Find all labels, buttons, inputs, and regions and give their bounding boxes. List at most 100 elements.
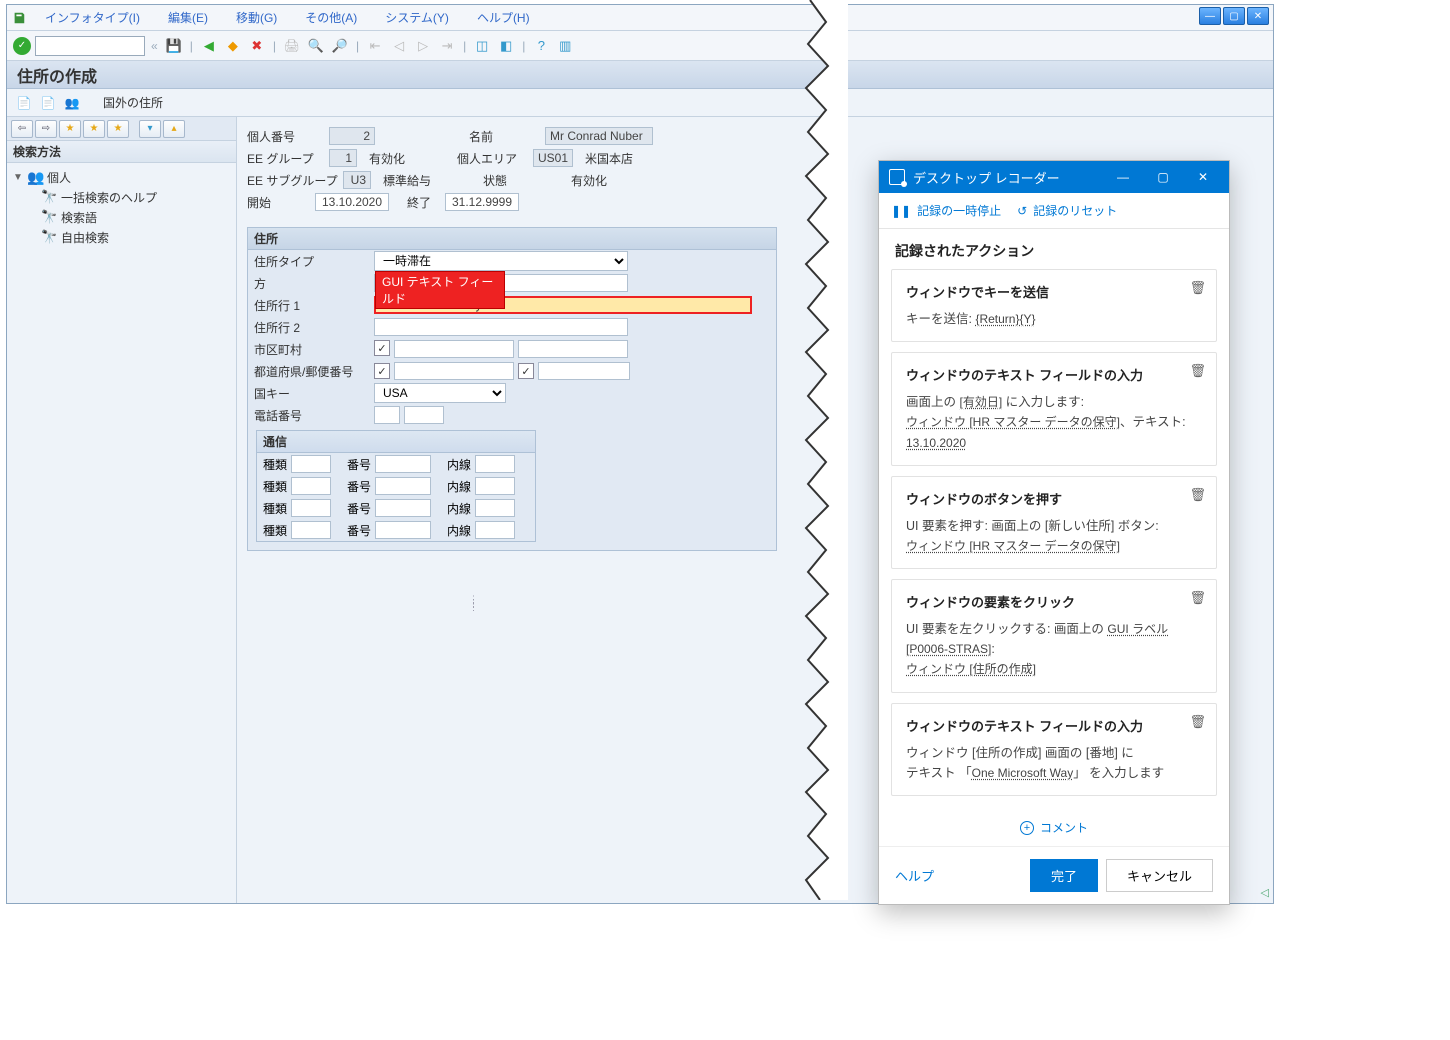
recorder-maximize-button[interactable]: ▢ (1147, 161, 1179, 193)
personnel-no-field[interactable]: 2 (329, 127, 375, 145)
action-card[interactable]: 🗑ウィンドウのテキスト フィールドの入力ウィンドウ [住所の作成] 画面の [番… (891, 703, 1217, 796)
comm-row: 種類番号内線 (257, 475, 535, 497)
comm-ext-input[interactable] (475, 477, 515, 495)
help-link[interactable]: ヘルプ (895, 866, 934, 885)
ee-group-field[interactable]: 1 (329, 149, 357, 167)
comm-number-input[interactable] (375, 455, 431, 473)
action-card[interactable]: 🗑ウィンドウの要素をクリックUI 要素を左クリックする: 画面上の GUI ラベ… (891, 579, 1217, 693)
zip-check-icon[interactable]: ✓ (518, 363, 534, 379)
recorder-close-button[interactable]: ✕ (1187, 161, 1219, 193)
zip-input[interactable] (538, 362, 630, 380)
save-icon[interactable]: 💾 (164, 36, 184, 56)
next-page-icon[interactable]: ▷ (413, 36, 433, 56)
comm-panel: 通信 種類番号内線種類番号内線種類番号内線種類番号内線 (256, 430, 536, 542)
line2-input[interactable] (374, 318, 628, 336)
delete-action-icon[interactable]: 🗑 (1189, 280, 1206, 296)
done-button[interactable]: 完了 (1030, 859, 1098, 892)
fav3-icon[interactable]: ★ (107, 120, 129, 138)
nav-back-icon[interactable]: ⇦ (11, 120, 33, 138)
nav-fwd-icon[interactable]: ⇨ (35, 120, 57, 138)
state-input[interactable] (394, 362, 514, 380)
comm-type-input[interactable] (291, 455, 331, 473)
city-input2[interactable] (518, 340, 628, 358)
address-type-select[interactable]: 一時滞在 (374, 251, 628, 271)
tree-item-free[interactable]: 🔭 自由検索 (13, 227, 230, 247)
comm-type-input[interactable] (291, 521, 331, 539)
menu-system[interactable]: システム(Y) (371, 9, 463, 26)
pause-recording-button[interactable]: ❚❚ 記録の一時停止 (891, 202, 1001, 219)
personnel-area-field[interactable]: US01 (533, 149, 573, 167)
delete-action-icon[interactable]: 🗑 (1189, 363, 1206, 379)
phone-code-input[interactable] (374, 406, 400, 424)
end-date-field[interactable]: 31.12.9999 (445, 193, 519, 211)
action-card[interactable]: 🗑ウィンドウのテキスト フィールドの入力画面上の [有効日] に入力します:ウィ… (891, 352, 1217, 466)
close-button[interactable]: ✕ (1247, 7, 1269, 25)
comm-number-input[interactable] (375, 521, 431, 539)
menu-edit[interactable]: 編集(E) (154, 9, 222, 26)
delete-action-icon[interactable]: 🗑 (1189, 590, 1206, 606)
maximize-button[interactable]: ▢ (1223, 7, 1245, 25)
exit-icon[interactable]: ◆ (223, 36, 243, 56)
city-check-icon[interactable]: ✓ (374, 340, 390, 356)
splitter-handle[interactable]: ⋮⋮⋮ (469, 597, 475, 629)
end-label: 終了 (407, 194, 441, 211)
comm-number-input[interactable] (375, 477, 431, 495)
ee-subgroup-field[interactable]: U3 (343, 171, 371, 189)
back-icon[interactable]: ◀ (199, 36, 219, 56)
people-icon[interactable]: 👥 (63, 94, 81, 112)
menu-goto[interactable]: 移動(G) (222, 9, 291, 26)
tree-root-person[interactable]: ▼ 👥 個人 (13, 167, 230, 187)
cancel-button[interactable]: キャンセル (1106, 859, 1213, 892)
menubar: インフォタイプ(I) 編集(E) 移動(G) その他(A) システム(Y) ヘル… (7, 5, 1273, 31)
comm-ext-input[interactable] (475, 499, 515, 517)
session-icon[interactable] (7, 11, 31, 25)
print-icon[interactable]: 🖨 (282, 36, 302, 56)
delete-action-icon[interactable]: 🗑 (1189, 487, 1206, 503)
menu-help[interactable]: ヘルプ(H) (463, 9, 544, 26)
command-field[interactable] (35, 36, 145, 56)
comm-type-input[interactable] (291, 477, 331, 495)
city-input[interactable] (394, 340, 514, 358)
shortcut-icon[interactable]: ◧ (496, 36, 516, 56)
reset-recording-button[interactable]: ↺ 記録のリセット (1017, 202, 1117, 219)
find-icon[interactable]: 🔍 (306, 36, 326, 56)
action-card[interactable]: 🗑ウィンドウのボタンを押すUI 要素を押す: 画面上の [新しい住所] ボタン:… (891, 476, 1217, 569)
menu-infotype[interactable]: インフォタイプ(I) (31, 9, 154, 26)
delete-action-icon[interactable]: 🗑 (1189, 714, 1206, 730)
country-select[interactable]: USA (374, 383, 506, 403)
add-comment-button[interactable]: + コメント (879, 809, 1229, 846)
fav-icon[interactable]: ★ (59, 120, 81, 138)
comm-ext-input[interactable] (475, 455, 515, 473)
doc1-icon[interactable]: 📄 (15, 94, 33, 112)
comm-ext-input[interactable] (475, 521, 515, 539)
start-date-field[interactable]: 13.10.2020 (315, 193, 389, 211)
expand-icon[interactable]: ▾ (139, 120, 161, 138)
recorder-minimize-button[interactable]: — (1107, 161, 1139, 193)
tree-item-searchterm[interactable]: 🔭 検索語 (13, 207, 230, 227)
layout-icon[interactable]: ▥ (555, 36, 575, 56)
action-title: ウィンドウのテキスト フィールドの入力 (906, 716, 1202, 735)
country-label: 国キー (248, 385, 374, 402)
first-page-icon[interactable]: ⇤ (365, 36, 385, 56)
action-card[interactable]: 🗑ウィンドウでキーを送信キーを送信: {Return}{Y} (891, 269, 1217, 342)
comm-number-input[interactable] (375, 499, 431, 517)
comm-type-input[interactable] (291, 499, 331, 517)
phone-num-input[interactable] (404, 406, 444, 424)
find-next-icon[interactable]: 🔎 (330, 36, 350, 56)
minimize-button[interactable]: — (1199, 7, 1221, 25)
foreign-address-label[interactable]: 国外の住所 (103, 94, 163, 111)
action-title: ウィンドウのテキスト フィールドの入力 (906, 365, 1202, 384)
collapse-icon[interactable]: ▴ (163, 120, 185, 138)
menu-extras[interactable]: その他(A) (291, 9, 371, 26)
new-session-icon[interactable]: ◫ (472, 36, 492, 56)
help-icon[interactable]: ? (531, 36, 551, 56)
doc2-icon[interactable]: 📄 (39, 94, 57, 112)
enter-icon[interactable]: ✓ (13, 37, 31, 55)
fav2-icon[interactable]: ★ (83, 120, 105, 138)
state-check-icon[interactable]: ✓ (374, 363, 390, 379)
tree-toggle-icon[interactable]: ▼ (13, 172, 23, 183)
tree-item-collective[interactable]: 🔭 一括検索のヘルプ (13, 187, 230, 207)
last-page-icon[interactable]: ⇥ (437, 36, 457, 56)
cancel-icon[interactable]: ✖ (247, 36, 267, 56)
prev-page-icon[interactable]: ◁ (389, 36, 409, 56)
